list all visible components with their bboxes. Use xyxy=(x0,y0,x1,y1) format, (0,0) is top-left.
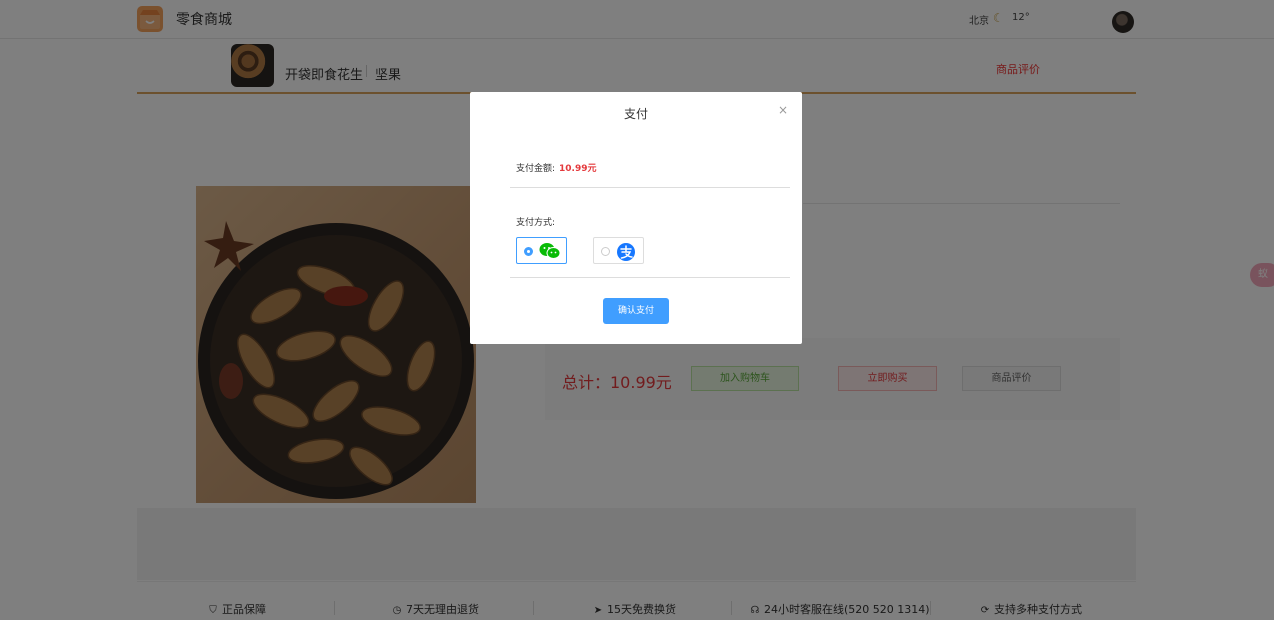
radio-button[interactable] xyxy=(524,247,533,256)
amount-label: 支付金额: xyxy=(516,164,556,174)
alipay-option[interactable] xyxy=(593,237,644,264)
payment-method-label: 支付方式: xyxy=(516,218,556,228)
dialog-divider xyxy=(510,277,790,278)
payment-dialog: 支付 × 支付金额: 10.99元 支付方式: 确认支付 xyxy=(470,92,802,344)
wechat-icon xyxy=(539,242,561,263)
confirm-payment-button[interactable]: 确认支付 xyxy=(603,298,669,324)
alipay-icon xyxy=(616,242,636,265)
radio-button[interactable] xyxy=(601,247,610,256)
dialog-divider xyxy=(510,187,790,188)
dialog-title: 支付 xyxy=(623,107,648,121)
close-icon[interactable]: × xyxy=(778,103,788,117)
wechat-pay-option[interactable] xyxy=(516,237,567,264)
amount-value: 10.99元 xyxy=(559,164,597,174)
